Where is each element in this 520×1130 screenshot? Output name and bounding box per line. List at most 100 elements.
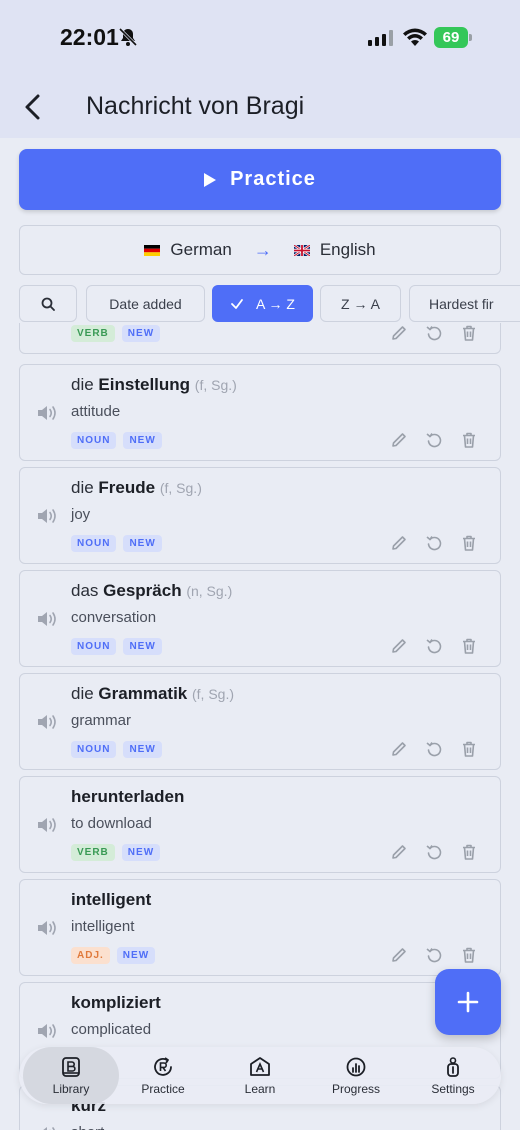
word-tags: NOUN NEW <box>71 432 162 449</box>
trash-icon[interactable] <box>460 534 478 552</box>
practice-button[interactable]: Practice <box>19 149 501 210</box>
german-flag-icon <box>144 244 161 256</box>
practice-icon <box>154 1056 172 1076</box>
word-text: Grammatik <box>98 684 188 703</box>
word-translation: complicated <box>71 1021 152 1038</box>
word-translation: attitude <box>71 403 121 420</box>
speaker-icon[interactable] <box>36 403 58 423</box>
add-word-button[interactable] <box>435 969 501 1035</box>
word-heading: die Einstellung (f, Sg.) <box>71 375 237 395</box>
sort-date-added[interactable]: Date added <box>86 285 205 322</box>
word-card[interactable]: die Einstellung (f, Sg.) attitude NOUN N… <box>19 364 501 461</box>
word-heading: intelligent <box>71 890 151 910</box>
battery-level: 69 <box>434 27 468 48</box>
speaker-icon[interactable] <box>36 918 58 938</box>
bell-off-icon <box>118 27 138 47</box>
sort-a-to-z[interactable]: A → Z <box>212 285 313 322</box>
settings-icon <box>447 1056 459 1077</box>
tag-new: NEW <box>121 325 161 342</box>
tag-new: NEW <box>123 535 162 552</box>
uk-flag-icon <box>293 244 310 256</box>
word-translation: conversation <box>71 609 157 626</box>
nav-practice-label: Practice <box>141 1081 185 1096</box>
word-heading: kompliziert <box>71 993 161 1013</box>
trash-icon[interactable] <box>460 637 478 655</box>
back-arrow-icon[interactable] <box>22 93 44 121</box>
trash-icon[interactable] <box>460 740 478 758</box>
reset-icon[interactable] <box>425 946 443 964</box>
word-card[interactable]: VERB NEW <box>19 323 501 354</box>
word-text: kompliziert <box>71 993 161 1012</box>
word-text: intelligent <box>71 890 152 909</box>
language-selector[interactable]: German → English <box>19 225 501 275</box>
edit-icon[interactable] <box>390 740 408 758</box>
word-card[interactable]: intelligent intelligent ADJ. NEW <box>19 879 501 976</box>
nav-practice[interactable]: Practice <box>115 1047 211 1104</box>
word-card[interactable]: herunterladen to download VERB NEW <box>19 776 501 873</box>
speaker-icon[interactable] <box>36 609 58 629</box>
source-language: German <box>170 240 232 259</box>
app-header: Nachricht von Bragi <box>0 78 520 138</box>
edit-icon[interactable] <box>390 324 408 342</box>
tag-noun: NOUN <box>71 432 117 449</box>
tag-new: NEW <box>123 741 162 758</box>
tag-verb: VERB <box>71 325 115 342</box>
tag-new: NEW <box>121 844 161 861</box>
word-article: die <box>71 478 94 497</box>
signal-icon <box>368 30 393 46</box>
learn-icon <box>250 1056 270 1076</box>
reset-icon[interactable] <box>425 324 443 342</box>
word-card[interactable]: die Grammatik (f, Sg.) grammar NOUN NEW <box>19 673 501 770</box>
trash-icon[interactable] <box>460 431 478 449</box>
word-article: das <box>71 581 99 600</box>
plus-icon <box>457 991 479 1013</box>
tag-new: NEW <box>123 638 162 655</box>
nav-settings-label: Settings <box>431 1081 475 1096</box>
word-text: herunterladen <box>71 787 185 806</box>
word-heading: herunterladen <box>71 787 184 807</box>
target-language: English <box>319 240 376 259</box>
reset-icon[interactable] <box>425 431 443 449</box>
speaker-icon[interactable] <box>36 1021 58 1041</box>
trash-icon[interactable] <box>460 324 478 342</box>
tag-new: NEW <box>116 947 156 964</box>
sort-z-to-a[interactable]: Z → A <box>320 285 401 322</box>
word-translation: grammar <box>71 712 132 729</box>
reset-icon[interactable] <box>425 740 443 758</box>
tag-noun: NOUN <box>71 535 117 552</box>
edit-icon[interactable] <box>390 637 408 655</box>
reset-icon[interactable] <box>425 534 443 552</box>
word-article: die <box>71 375 94 394</box>
word-translation: short <box>71 1124 104 1130</box>
speaker-icon[interactable] <box>36 815 58 835</box>
word-card[interactable]: die Freude (f, Sg.) joy NOUN NEW <box>19 467 501 564</box>
sort-a-to-z-label: A → Z <box>256 295 295 312</box>
speaker-icon[interactable] <box>36 1124 58 1130</box>
battery-icon: 69 <box>434 27 472 48</box>
word-text: Freude <box>98 478 156 497</box>
edit-icon[interactable] <box>390 843 408 861</box>
word-tags: NOUN NEW <box>71 535 162 552</box>
nav-settings[interactable]: Settings <box>405 1047 501 1104</box>
word-translation: joy <box>71 506 91 523</box>
nav-progress[interactable]: Progress <box>308 1047 404 1104</box>
word-text: Einstellung <box>98 375 191 394</box>
sort-hardest-first[interactable]: Hardest fir <box>409 285 520 322</box>
play-icon <box>204 172 217 187</box>
speaker-icon[interactable] <box>36 506 58 526</box>
tag-adjective: ADJ. <box>71 947 110 964</box>
nav-learn[interactable]: Learn <box>212 1047 308 1104</box>
word-card[interactable]: das Gespräch (n, Sg.) conversation NOUN … <box>19 570 501 667</box>
word-article: die <box>71 684 94 703</box>
speaker-icon[interactable] <box>36 712 58 732</box>
reset-icon[interactable] <box>425 637 443 655</box>
word-translation: intelligent <box>71 918 135 935</box>
search-button[interactable] <box>19 285 77 322</box>
edit-icon[interactable] <box>390 534 408 552</box>
trash-icon[interactable] <box>460 946 478 964</box>
trash-icon[interactable] <box>460 843 478 861</box>
edit-icon[interactable] <box>390 431 408 449</box>
edit-icon[interactable] <box>390 946 408 964</box>
reset-icon[interactable] <box>425 843 443 861</box>
nav-library[interactable]: Library <box>23 1047 119 1104</box>
